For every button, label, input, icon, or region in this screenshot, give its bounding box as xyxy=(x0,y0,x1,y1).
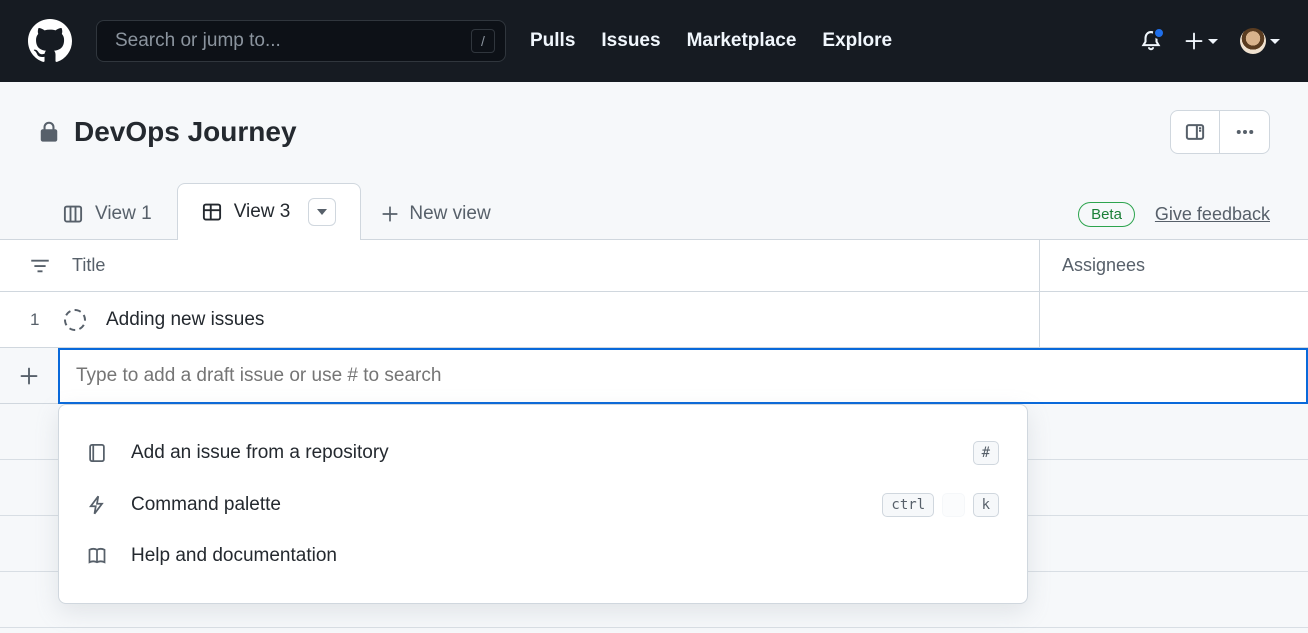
filter-icon[interactable] xyxy=(30,256,50,276)
caret-down-icon xyxy=(1208,39,1218,44)
nav-explore[interactable]: Explore xyxy=(822,30,892,52)
global-header: Search or jump to... / Pulls Issues Mark… xyxy=(0,0,1308,82)
ctrl-key-hint: ctrl xyxy=(882,493,934,517)
add-item-button[interactable] xyxy=(0,348,58,404)
draft-issue-icon xyxy=(64,309,86,331)
zap-icon xyxy=(87,495,109,515)
nav-marketplace[interactable]: Marketplace xyxy=(687,30,797,52)
primary-nav: Pulls Issues Marketplace Explore xyxy=(530,30,892,52)
project-more-menu[interactable] xyxy=(1220,110,1270,154)
avatar xyxy=(1240,28,1266,54)
view-tab-1[interactable]: View 1 xyxy=(38,188,177,239)
github-logo[interactable] xyxy=(28,19,72,63)
row-title[interactable]: Adding new issues xyxy=(106,309,264,331)
notification-dot-icon xyxy=(1153,27,1165,39)
dropdown-add-from-repo-label: Add an issue from a repository xyxy=(131,442,389,464)
view-options-dropdown[interactable] xyxy=(308,198,336,226)
hash-key-hint: # xyxy=(973,441,999,465)
new-item-row xyxy=(0,348,1308,404)
column-assignees-label[interactable]: Assignees xyxy=(1040,255,1145,276)
k-key-hint: k xyxy=(973,493,999,517)
lock-icon xyxy=(38,121,60,143)
caret-down-icon xyxy=(1270,39,1280,44)
slash-key-hint: / xyxy=(471,29,495,53)
table-header: Title Assignees xyxy=(0,240,1308,292)
global-search[interactable]: Search or jump to... / xyxy=(96,20,506,62)
repo-icon xyxy=(87,443,109,463)
global-search-placeholder: Search or jump to... xyxy=(115,30,281,52)
nav-issues[interactable]: Issues xyxy=(601,30,660,52)
dropdown-command-palette[interactable]: Command palette ctrl k xyxy=(59,479,1027,531)
project-title[interactable]: DevOps Journey xyxy=(74,116,297,148)
board-icon xyxy=(63,204,83,224)
dropdown-add-from-repo[interactable]: Add an issue from a repository # xyxy=(59,427,1027,479)
new-view-label: New view xyxy=(409,203,490,225)
project-header: DevOps Journey xyxy=(0,82,1308,154)
toggle-sidepanel-button[interactable] xyxy=(1170,110,1220,154)
user-menu[interactable] xyxy=(1240,28,1280,54)
give-feedback-link[interactable]: Give feedback xyxy=(1155,204,1270,225)
new-view-button[interactable]: New view xyxy=(361,189,510,239)
view-tab-3[interactable]: View 3 xyxy=(177,183,362,240)
dropdown-command-palette-label: Command palette xyxy=(131,494,281,516)
blank-key-hint xyxy=(942,493,964,517)
dropdown-help[interactable]: Help and documentation xyxy=(59,531,1027,581)
add-item-dropdown: Add an issue from a repository # Command… xyxy=(58,404,1028,604)
beta-badge: Beta xyxy=(1078,202,1135,227)
empty-rows-area: Add an issue from a repository # Command… xyxy=(0,404,1308,628)
book-icon xyxy=(87,546,109,566)
dropdown-help-label: Help and documentation xyxy=(131,545,337,567)
nav-pulls[interactable]: Pulls xyxy=(530,30,575,52)
caret-down-icon xyxy=(317,209,327,215)
view-tab-3-label: View 3 xyxy=(234,201,291,223)
create-menu[interactable] xyxy=(1184,31,1218,51)
row-number: 1 xyxy=(30,310,44,330)
table-row[interactable]: 1 Adding new issues xyxy=(0,292,1308,348)
table-icon xyxy=(202,202,222,222)
header-right xyxy=(1140,28,1280,54)
views-tabbar: View 1 View 3 New view Beta Give feedbac… xyxy=(0,154,1308,240)
view-tab-1-label: View 1 xyxy=(95,203,152,225)
new-item-input[interactable] xyxy=(58,348,1308,404)
column-title-label[interactable]: Title xyxy=(72,255,105,276)
notifications-button[interactable] xyxy=(1140,30,1162,52)
